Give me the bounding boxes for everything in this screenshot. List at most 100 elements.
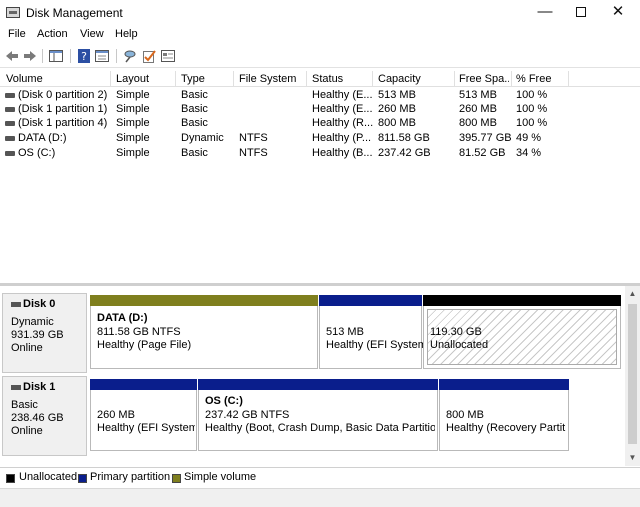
column-divider[interactable] (568, 71, 569, 87)
disk-1-label[interactable]: Disk 1 Basic 238.46 GB Online (2, 376, 87, 456)
disk-icon (11, 301, 21, 307)
partition-size: 811.58 GB NTFS (97, 326, 181, 338)
volume-percent-free: 49 % (516, 132, 542, 144)
disk-1-type: Basic (11, 399, 38, 411)
partition-disk1-efi[interactable]: 260 MB Healthy (EFI System P (90, 379, 197, 451)
disk-0-type: Dynamic (11, 316, 54, 328)
partition-recovery[interactable]: 800 MB Healthy (Recovery Partitio (439, 379, 569, 451)
column-divider[interactable] (306, 71, 307, 87)
volume-name: (Disk 1 partition 1) (18, 103, 108, 115)
volume-row[interactable]: (Disk 1 partition 1) Simple Basic Health… (0, 102, 640, 117)
partition-unallocated[interactable]: 119.30 GB Unallocated (423, 295, 621, 369)
volume-layout: Simple (116, 103, 150, 115)
partition-os-c[interactable]: OS (C:) 237.42 GB NTFS Healthy (Boot, Cr… (198, 379, 438, 451)
legend-swatch-primary (78, 474, 87, 483)
legend: Unallocated Primary partition Simple vol… (0, 467, 640, 487)
close-button[interactable]: ✕ (596, 0, 640, 26)
primary-partition-bar (319, 295, 422, 306)
volume-row[interactable]: OS (C:) Simple Basic NTFS Healthy (B... … (0, 146, 640, 161)
partition-title: DATA (D:) (97, 312, 148, 324)
volume-row[interactable]: (Disk 1 partition 4) Simple Basic Health… (0, 116, 640, 131)
column-volume[interactable]: Volume (6, 73, 106, 85)
partition-status: Healthy (EFI System P (97, 422, 195, 434)
volume-name: OS (C:) (18, 147, 56, 159)
title-bar: Disk Management — ✕ (0, 0, 640, 26)
volume-capacity: 237.42 GB (378, 147, 431, 159)
volume-file-system: NTFS (239, 147, 268, 159)
connect-icon[interactable] (122, 48, 138, 64)
legend-primary: Primary partition (90, 471, 171, 483)
volume-free-space: 81.52 GB (459, 147, 506, 159)
help-icon[interactable]: ? (76, 48, 92, 64)
column-divider[interactable] (511, 71, 512, 87)
back-icon[interactable] (4, 48, 20, 64)
check-icon[interactable] (141, 48, 157, 64)
volume-list-header: Volume Layout Type File System Status Ca… (0, 71, 640, 87)
svg-text:?: ? (81, 50, 87, 63)
legend-simple: Simple volume (184, 471, 257, 483)
column-free-space[interactable]: Free Spa... (459, 73, 509, 85)
vertical-scrollbar[interactable]: ▲ ▼ (625, 286, 640, 466)
volume-layout: Simple (116, 89, 150, 101)
partition-size: 800 MB (446, 409, 484, 421)
disk-0-label[interactable]: Disk 0 Dynamic 931.39 GB Online (2, 293, 87, 373)
menu-help[interactable]: Help (115, 28, 138, 40)
volume-file-system: NTFS (239, 132, 268, 144)
volume-type: Basic (181, 147, 208, 159)
volume-layout: Simple (116, 117, 150, 129)
menu-file[interactable]: File (8, 28, 26, 40)
volume-status: Healthy (P... (312, 132, 372, 144)
console-icon[interactable] (160, 48, 176, 64)
properties-icon[interactable] (94, 48, 110, 64)
volume-status: Healthy (R... (312, 117, 374, 129)
column-layout[interactable]: Layout (116, 73, 172, 85)
partition-data-d[interactable]: DATA (D:) 811.58 GB NTFS Healthy (Page F… (90, 295, 318, 369)
scroll-down-icon[interactable]: ▼ (628, 454, 637, 462)
disk-management-icon (6, 7, 20, 18)
legend-swatch-unallocated (6, 474, 15, 483)
column-type[interactable]: Type (181, 73, 231, 85)
volume-type: Basic (181, 89, 208, 101)
partition-size: 260 MB (97, 409, 135, 421)
volume-icon (5, 107, 15, 112)
volume-row[interactable]: (Disk 0 partition 2) Simple Basic Health… (0, 88, 640, 103)
primary-partition-bar (90, 379, 197, 390)
volume-name: DATA (D:) (18, 132, 67, 144)
column-divider[interactable] (454, 71, 455, 87)
disk-1-name-text: Disk 1 (23, 381, 56, 393)
toolbar-separator (42, 49, 43, 63)
column-divider[interactable] (372, 71, 373, 87)
volume-row[interactable]: DATA (D:) Simple Dynamic NTFS Healthy (P… (0, 131, 640, 146)
scroll-up-icon[interactable]: ▲ (628, 290, 637, 298)
volume-percent-free: 100 % (516, 117, 548, 129)
volume-layout: Simple (116, 132, 150, 144)
menu-view[interactable]: View (80, 28, 104, 40)
column-divider[interactable] (233, 71, 234, 87)
disk-0-status: Online (11, 342, 43, 354)
volume-layout: Simple (116, 147, 150, 159)
partition-status: Unallocated (430, 339, 489, 351)
column-divider[interactable] (110, 71, 111, 87)
column-divider[interactable] (175, 71, 176, 87)
partition-disk0-efi[interactable]: 513 MB Healthy (EFI System (319, 295, 427, 369)
column-status[interactable]: Status (312, 73, 370, 85)
unallocated-bar (423, 295, 621, 306)
scrollbar-thumb[interactable] (628, 304, 637, 444)
column-percent-free[interactable]: % Free (516, 73, 566, 85)
menu-action[interactable]: Action (37, 28, 68, 40)
volume-status: Healthy (E... (312, 89, 373, 101)
toolbar: ? (0, 45, 640, 68)
disk-1-name: Disk 1 (11, 381, 55, 393)
disk-graphical-view: Disk 0 Dynamic 931.39 GB Online DATA (D:… (0, 286, 640, 466)
disk-0-name-text: Disk 0 (23, 298, 56, 310)
volume-type: Dynamic (181, 132, 224, 144)
status-bar (0, 488, 640, 507)
legend-unallocated: Unallocated (19, 471, 78, 483)
forward-icon[interactable] (22, 48, 38, 64)
volume-type: Basic (181, 103, 208, 115)
column-capacity[interactable]: Capacity (378, 73, 452, 85)
primary-partition-bar (439, 379, 569, 390)
show-hide-console-tree-icon[interactable] (48, 48, 64, 64)
column-file-system[interactable]: File System (239, 73, 305, 85)
volume-capacity: 260 MB (378, 103, 416, 115)
